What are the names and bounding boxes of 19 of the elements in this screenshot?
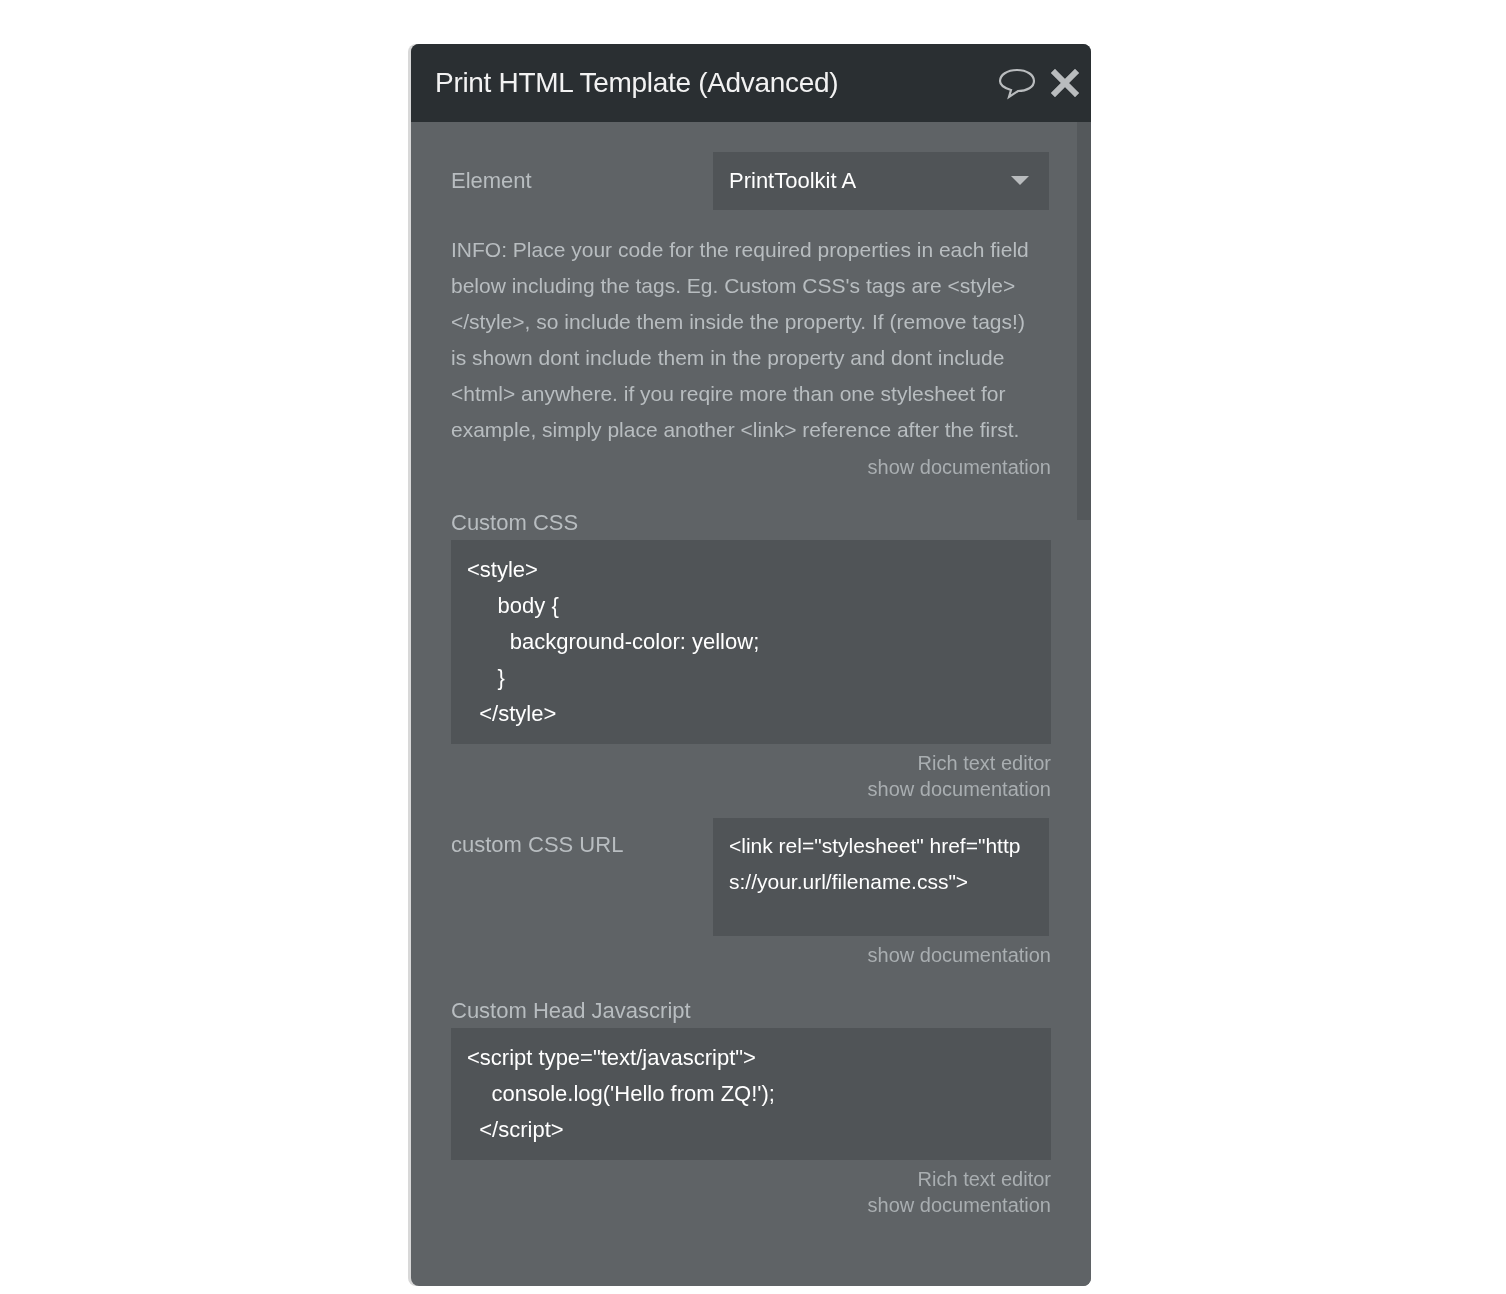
text-link[interactable]: show documentation bbox=[867, 1192, 1051, 1218]
code-field[interactable]: <style> body { background-color: yellow; } </style> bbox=[451, 540, 1051, 744]
window-title: Print HTML Template (Advanced) bbox=[435, 67, 840, 99]
field-label: Custom CSS bbox=[451, 510, 580, 536]
url-field[interactable]: <link rel="stylesheet" href="https://your.url/filename.css"> bbox=[713, 818, 1049, 936]
caret-icon bbox=[1011, 176, 1029, 186]
close-icon[interactable] bbox=[1051, 69, 1079, 97]
info-text: INFO: Place your code for the required properties in each field below including the tags. Eg. Custom CSS's tags are <style></style>, so include them inside the property. If (remove tags!) is shown dont include them in the property and dont include <html> anywhere. if you reqire more than one stylesheet for example, simply place another <link> reference after the first. bbox=[451, 237, 1030, 443]
field-label: Element bbox=[451, 167, 533, 194]
field-label: Custom Head Javascript bbox=[451, 998, 692, 1024]
text-link[interactable]: Rich text editor bbox=[917, 1166, 1051, 1192]
text-link[interactable]: show documentation bbox=[867, 776, 1051, 802]
code-field[interactable]: <script type="text/javascript"> console.log('Hello from ZQ!'); </script> bbox=[451, 1028, 1051, 1160]
text-link[interactable]: show documentation bbox=[867, 454, 1051, 480]
element-dropdown[interactable]: PrintToolkit A bbox=[713, 152, 1049, 210]
field-label: custom CSS URL bbox=[451, 831, 625, 858]
comment-icon[interactable] bbox=[997, 66, 1037, 100]
text-link[interactable]: Rich text editor bbox=[917, 750, 1051, 776]
text-link[interactable]: show documentation bbox=[867, 942, 1051, 968]
